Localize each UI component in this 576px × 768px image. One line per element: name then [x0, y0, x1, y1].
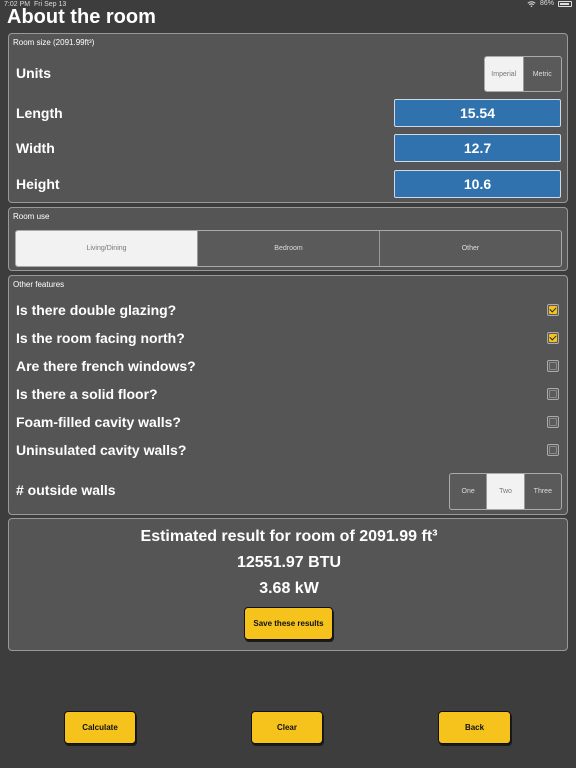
walls-option-two[interactable]: Two	[486, 474, 524, 509]
feature-foam-cavity-label: Foam-filled cavity walls?	[16, 414, 181, 430]
walls-option-three[interactable]: Three	[523, 474, 561, 509]
empty-box-icon	[549, 418, 557, 426]
width-label: Width	[16, 140, 55, 156]
length-field[interactable]: 15.54	[394, 99, 561, 127]
result-kw: 3.68 kW	[259, 580, 319, 597]
other-features-header: Other features	[13, 280, 65, 289]
room-use-option-living-dining[interactable]: Living/Dining	[16, 231, 197, 266]
feature-french-windows-checkbox[interactable]	[547, 360, 559, 372]
feature-uninsulated-cavity-checkbox[interactable]	[547, 444, 559, 456]
room-use-panel: Room use Living/Dining Bedroom Other	[8, 207, 568, 271]
walls-option-one[interactable]: One	[450, 474, 486, 509]
feature-solid-floor-checkbox[interactable]	[547, 388, 559, 400]
height-label: Height	[16, 176, 60, 192]
room-use-header: Room use	[13, 212, 50, 221]
page-title: About the room	[7, 6, 156, 28]
width-field[interactable]: 12.7	[394, 134, 561, 162]
room-size-header: Room size (2091.99ft³)	[13, 38, 95, 47]
outside-walls-segmented-control: One Two Three	[449, 473, 562, 510]
feature-facing-north-checkbox[interactable]	[547, 332, 559, 344]
feature-uninsulated-cavity-label: Uninsulated cavity walls?	[16, 442, 187, 458]
room-use-segmented-control: Living/Dining Bedroom Other	[15, 230, 562, 267]
empty-box-icon	[549, 446, 557, 454]
empty-box-icon	[549, 362, 557, 370]
other-features-panel: Other features Is there double glazing? …	[8, 275, 568, 515]
units-option-imperial[interactable]: Imperial	[485, 57, 523, 91]
room-use-option-other[interactable]: Other	[379, 231, 561, 266]
save-results-button[interactable]: Save these results	[244, 607, 333, 640]
room-use-option-bedroom[interactable]: Bedroom	[197, 231, 379, 266]
checkmark-icon	[549, 334, 557, 342]
room-size-panel: Room size (2091.99ft³) Units Imperial Me…	[8, 33, 568, 203]
height-field[interactable]: 10.6	[394, 170, 561, 198]
result-btu: 12551.97 BTU	[236, 554, 342, 571]
battery-percent: 86%	[539, 0, 554, 7]
back-button[interactable]: Back	[438, 711, 511, 744]
feature-solid-floor-label: Is there a solid floor?	[16, 386, 158, 402]
result-title: Estimated result for room of 2091.99 ft³	[140, 528, 438, 545]
length-label: Length	[16, 105, 63, 121]
outside-walls-label: # outside walls	[16, 482, 116, 498]
battery-icon	[558, 0, 572, 7]
feature-double-glazing-checkbox[interactable]	[547, 304, 559, 316]
clear-button[interactable]: Clear	[251, 711, 323, 744]
feature-double-glazing-label: Is there double glazing?	[16, 302, 177, 318]
empty-box-icon	[549, 390, 557, 398]
feature-facing-north-label: Is the room facing north?	[16, 330, 185, 346]
units-label: Units	[16, 65, 51, 81]
calculate-button[interactable]: Calculate	[64, 711, 136, 744]
status-right: 86%	[527, 0, 572, 7]
result-panel: Estimated result for room of 2091.99 ft³…	[8, 518, 568, 651]
feature-french-windows-label: Are there french windows?	[16, 358, 196, 374]
units-segmented-control: Imperial Metric	[484, 56, 562, 92]
checkmark-icon	[549, 306, 557, 314]
units-option-metric[interactable]: Metric	[522, 57, 562, 91]
wifi-icon	[527, 0, 536, 7]
feature-foam-cavity-checkbox[interactable]	[547, 416, 559, 428]
